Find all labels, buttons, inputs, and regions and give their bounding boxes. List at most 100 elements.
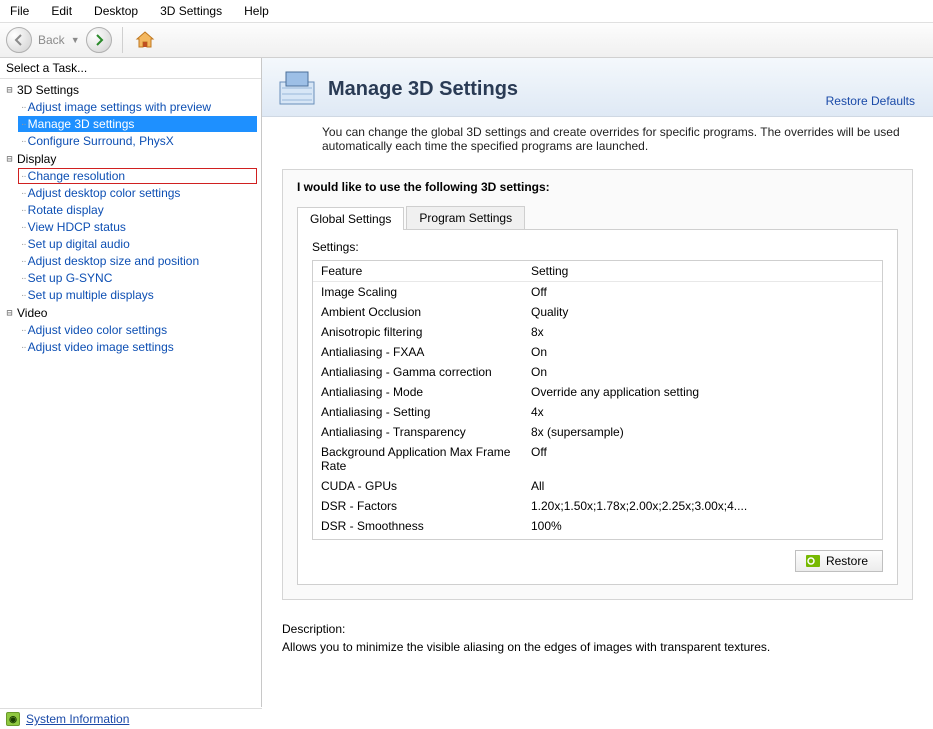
cell-feature: Antialiasing - Setting (321, 405, 531, 419)
page-header: Manage 3D Settings Restore Defaults (262, 58, 933, 117)
tree-branch-icon: ·· (21, 222, 26, 233)
table-row[interactable]: Anisotropic filtering8x (313, 322, 882, 342)
tree-branch-icon: ·· (21, 342, 26, 353)
sidebar-item[interactable]: ··Adjust video image settings (18, 339, 257, 355)
sidebar-item[interactable]: ··Manage 3D settings (18, 116, 257, 132)
forward-button[interactable] (86, 27, 112, 53)
sidebar-item[interactable]: ··Rotate display (18, 202, 257, 218)
tree-branch-icon: ·· (21, 325, 26, 336)
cell-setting: 100% (531, 519, 874, 533)
table-row[interactable]: Antialiasing - Setting4x (313, 402, 882, 422)
tree-branch-icon: ·· (21, 171, 26, 182)
cell-feature: Anisotropic filtering (321, 325, 531, 339)
cell-setting: Override any application setting (531, 385, 874, 399)
sidebar-item-label: Adjust video image settings (28, 340, 174, 354)
column-feature: Feature (321, 264, 531, 278)
sidebar-item[interactable]: ··Adjust desktop color settings (18, 185, 257, 201)
sidebar-item[interactable]: ··Set up G-SYNC (18, 270, 257, 286)
sidebar-item[interactable]: ··Set up multiple displays (18, 287, 257, 303)
menu-desktop[interactable]: Desktop (90, 2, 142, 20)
menu-edit[interactable]: Edit (47, 2, 76, 20)
task-tree: ⊟3D Settings··Adjust image settings with… (0, 79, 261, 707)
sidebar-item[interactable]: ··Adjust video color settings (18, 322, 257, 338)
cell-feature: DSR - Smoothness (321, 519, 531, 533)
panel-title: I would like to use the following 3D set… (297, 180, 898, 194)
system-information-link[interactable]: System Information (26, 712, 129, 726)
table-row[interactable]: Antialiasing - Transparency8x (supersamp… (313, 422, 882, 442)
tab-program-settings[interactable]: Program Settings (406, 206, 525, 229)
toolbar-separator (122, 27, 123, 53)
cell-feature: DSR - Factors (321, 499, 531, 513)
tree-group-label[interactable]: ⊟Video (4, 305, 257, 321)
sidebar-title: Select a Task... (0, 58, 261, 79)
table-row[interactable]: Image ScalingOff (313, 282, 882, 302)
tree-toggle-icon[interactable]: ⊟ (4, 85, 15, 96)
menu-file[interactable]: File (6, 2, 33, 20)
tree-branch-icon: ·· (21, 205, 26, 216)
tab-body: Settings: Feature Setting Image ScalingO… (297, 230, 898, 585)
sidebar-item-label: Rotate display (28, 203, 104, 217)
sidebar-item[interactable]: ··Configure Surround, PhysX (18, 133, 257, 149)
menu-3d-settings[interactable]: 3D Settings (156, 2, 226, 20)
table-row[interactable]: Background Application Max Frame RateOff (313, 442, 882, 476)
cell-feature: Antialiasing - FXAA (321, 345, 531, 359)
sidebar-item-label: View HDCP status (28, 220, 126, 234)
table-row[interactable]: DSR - Factors1.20x;1.50x;1.78x;2.00x;2.2… (313, 496, 882, 516)
restore-button-label: Restore (826, 554, 868, 568)
description-block: Description: Allows you to minimize the … (282, 622, 913, 654)
sidebar-item[interactable]: ··Change resolution (18, 168, 257, 184)
page-title: Manage 3D Settings (328, 78, 826, 101)
back-label: Back (38, 33, 65, 47)
sidebar-item[interactable]: ··Set up digital audio (18, 236, 257, 252)
tab-global-settings[interactable]: Global Settings (297, 207, 404, 230)
tree-group-label[interactable]: ⊟Display (4, 151, 257, 167)
tree-branch-icon: ·· (21, 119, 26, 130)
home-button[interactable] (133, 28, 157, 52)
table-header-row: Feature Setting (313, 261, 882, 282)
nvidia-icon (806, 555, 820, 567)
cell-feature: Antialiasing - Transparency (321, 425, 531, 439)
cell-setting: Off (531, 445, 874, 473)
table-row[interactable]: DSR - Smoothness100% (313, 516, 882, 536)
cell-setting: 8x (supersample) (531, 425, 874, 439)
content-area: Manage 3D Settings Restore Defaults You … (262, 58, 933, 707)
back-dropdown-icon[interactable]: ▼ (71, 35, 80, 45)
restore-button[interactable]: Restore (795, 550, 883, 572)
table-row[interactable]: CUDA - GPUsAll (313, 476, 882, 496)
tree-branch-icon: ·· (21, 290, 26, 301)
tree-group-label[interactable]: ⊟3D Settings (4, 82, 257, 98)
sidebar-item-label: Adjust desktop color settings (28, 186, 181, 200)
tree-branch-icon: ·· (21, 239, 26, 250)
cell-setting: 1.20x;1.50x;1.78x;2.00x;2.25x;3.00x;4...… (531, 499, 874, 513)
cell-feature: Ambient Occlusion (321, 305, 531, 319)
sidebar-item[interactable]: ··View HDCP status (18, 219, 257, 235)
sidebar-item-label: Manage 3D settings (28, 117, 135, 131)
cell-feature: Antialiasing - Mode (321, 385, 531, 399)
toolbar: Back ▼ (0, 23, 933, 58)
cell-setting: On (531, 365, 874, 379)
sidebar-item[interactable]: ··Adjust image settings with preview (18, 99, 257, 115)
tree-branch-icon: ·· (21, 136, 26, 147)
tree-toggle-icon[interactable]: ⊟ (4, 308, 15, 319)
cell-feature: Antialiasing - Gamma correction (321, 365, 531, 379)
header-icon (276, 68, 318, 110)
sidebar-item-label: Change resolution (28, 169, 125, 183)
cell-setting: On (531, 345, 874, 359)
table-row[interactable]: Antialiasing - FXAAOn (313, 342, 882, 362)
table-row[interactable]: Antialiasing - Gamma correctionOn (313, 362, 882, 382)
cell-setting: All (531, 479, 874, 493)
back-button[interactable] (6, 27, 32, 53)
tree-branch-icon: ·· (21, 256, 26, 267)
cell-setting: Off (531, 285, 874, 299)
tree-group-text: Display (17, 152, 56, 166)
table-row[interactable]: Antialiasing - ModeOverride any applicat… (313, 382, 882, 402)
sidebar-item[interactable]: ··Adjust desktop size and position (18, 253, 257, 269)
table-row[interactable]: Ambient OcclusionQuality (313, 302, 882, 322)
settings-table: Feature Setting Image ScalingOffAmbient … (312, 260, 883, 540)
restore-defaults-link[interactable]: Restore Defaults (826, 94, 915, 108)
menu-help[interactable]: Help (240, 2, 273, 20)
settings-panel: I would like to use the following 3D set… (282, 169, 913, 600)
settings-scroll[interactable]: Feature Setting Image ScalingOffAmbient … (313, 261, 882, 539)
tabs-row: Global Settings Program Settings (297, 206, 898, 230)
tree-toggle-icon[interactable]: ⊟ (4, 154, 15, 165)
